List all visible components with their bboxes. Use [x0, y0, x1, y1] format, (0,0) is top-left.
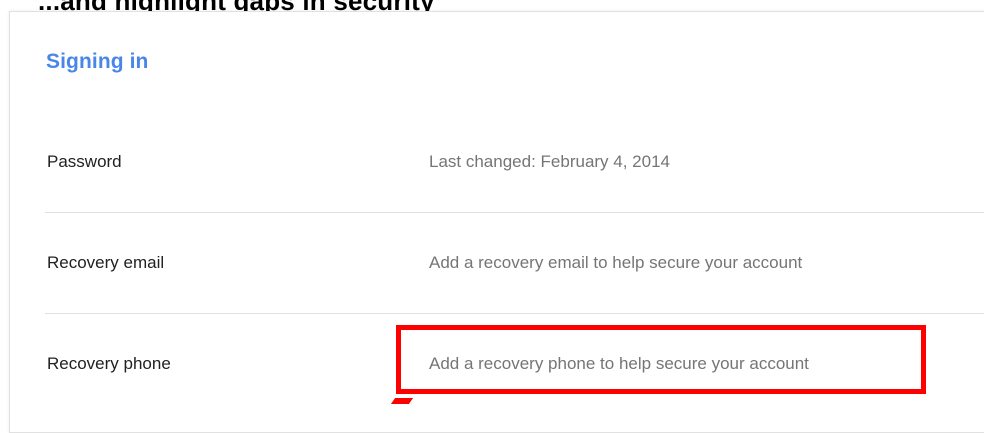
- password-row[interactable]: Password Last changed: February 4, 2014: [45, 112, 984, 212]
- password-label: Password: [47, 152, 122, 171]
- recovery-email-prompt: Add a recovery email to help secure your…: [429, 253, 803, 272]
- recovery-phone-highlight-box: [396, 325, 926, 394]
- recovery-email-label: Recovery email: [47, 253, 165, 272]
- recovery-phone-label: Recovery phone: [47, 354, 171, 373]
- password-status: Last changed: February 4, 2014: [429, 152, 670, 171]
- section-title: Signing in: [46, 50, 149, 73]
- recovery-email-row[interactable]: Recovery email Add a recovery email to h…: [45, 213, 984, 313]
